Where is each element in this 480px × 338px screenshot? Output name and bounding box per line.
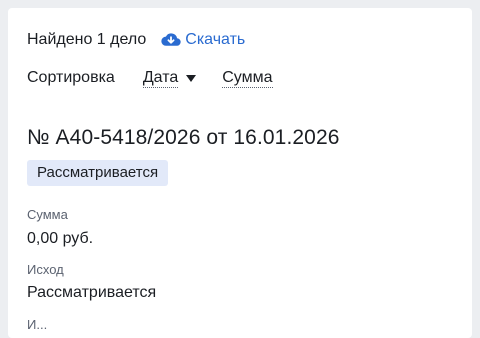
case-title[interactable]: № А40-5418/2026 от 16.01.2026 [27,125,340,151]
results-summary: Найдено 1 дело Скачать [27,30,245,50]
sort-by-date[interactable]: Дата [142,68,197,88]
sort-date-label: Дата [142,68,179,88]
status-badge: Рассматривается [27,160,169,186]
sum-field-label: Сумма [27,207,68,222]
cloud-download-icon [161,32,181,48]
case-list-card: Найдено 1 дело Скачать Сортировка Дата С… [8,8,472,338]
outcome-field-label: Исход [27,262,64,277]
found-count-text: Найдено 1 дело [27,31,147,48]
download-label: Скачать [185,31,246,48]
caret-down-icon [186,74,197,82]
sort-by-sum[interactable]: Сумма [222,69,273,88]
sort-bar: Сортировка Дата Сумма [27,68,273,88]
download-link[interactable]: Скачать [161,30,245,50]
outcome-field-value: Рассматривается [27,284,157,301]
sum-field-value: 0,00 руб. [27,230,94,247]
next-field-label: И... [27,317,48,332]
sort-label: Сортировка [27,69,115,86]
